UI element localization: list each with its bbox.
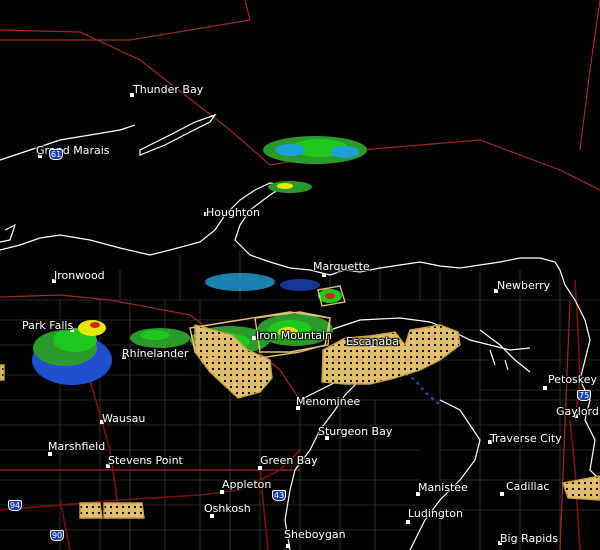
city-label: Ironwood xyxy=(54,269,105,282)
city-dot xyxy=(286,544,290,548)
city-label: Appleton xyxy=(222,478,272,491)
highway-shield-61: 61 xyxy=(49,149,64,160)
city-dot xyxy=(322,273,326,277)
city-label: Stevens Point xyxy=(108,454,183,467)
city-label: Green Bay xyxy=(260,454,318,467)
city-label: Park Falls xyxy=(22,319,74,332)
city-label: Houghton xyxy=(206,206,260,219)
city-label: Menominee xyxy=(296,395,361,408)
city-label: Escanaba xyxy=(346,335,399,348)
city-label: Rhinelander xyxy=(122,347,189,360)
city-label: Manistee xyxy=(418,481,468,494)
city-label: Oshkosh xyxy=(204,502,251,515)
highway-shield-43: 43 xyxy=(272,490,287,501)
highway-shield-94: 94 xyxy=(8,500,23,511)
city-label: Marquette xyxy=(313,260,370,273)
city-label: Thunder Bay xyxy=(133,83,204,96)
city-label: Gaylord xyxy=(556,405,599,418)
city-label: Sheboygan xyxy=(284,528,346,541)
city-label: Grand Marais xyxy=(36,144,110,157)
city-label: Sturgeon Bay xyxy=(318,425,393,438)
city-label: Newberry xyxy=(497,279,551,292)
city-label: Marshfield xyxy=(48,440,106,453)
city-dot xyxy=(543,386,547,390)
highway-shield-75: 75 xyxy=(577,390,592,401)
highway-shield-90: 90 xyxy=(50,530,65,541)
city-dot xyxy=(406,520,410,524)
radar-map[interactable]: Thunder Bay Grand Marais Houghton Ironwo… xyxy=(0,0,600,550)
city-label: Cadillac xyxy=(506,480,550,493)
city-label: Petoskey xyxy=(548,373,598,386)
city-label: Iron Mountain xyxy=(256,329,332,342)
city-label: Big Rapids xyxy=(500,532,558,545)
city-label: Traverse City xyxy=(490,432,562,445)
city-label: Wausau xyxy=(102,412,146,425)
city-label: Ludington xyxy=(408,507,463,520)
city-dot xyxy=(500,492,504,496)
